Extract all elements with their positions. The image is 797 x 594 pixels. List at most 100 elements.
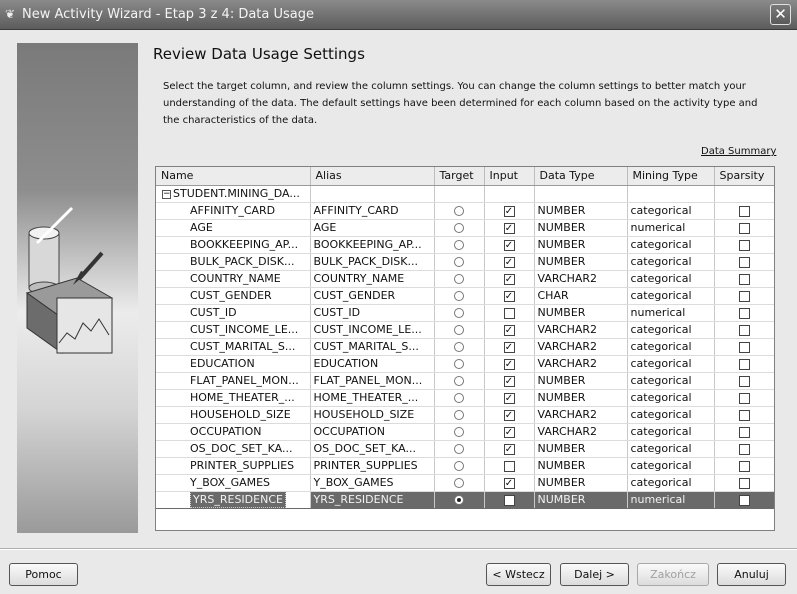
target-radio[interactable] bbox=[454, 495, 464, 505]
cell-mining-type[interactable]: categorical bbox=[627, 423, 715, 441]
target-radio[interactable] bbox=[454, 308, 464, 318]
sparsity-checkbox[interactable] bbox=[738, 460, 750, 472]
column-header-name[interactable]: Name bbox=[156, 167, 311, 186]
target-radio[interactable] bbox=[454, 376, 464, 386]
target-radio[interactable] bbox=[454, 240, 464, 250]
cell-mining-type[interactable]: categorical bbox=[627, 389, 715, 407]
table-row[interactable]: CUST_INCOME_LE... CUST_INCOME_LE... ✓ VARCH… bbox=[156, 321, 774, 339]
sparsity-checkbox[interactable] bbox=[738, 358, 750, 370]
input-checkbox[interactable]: ✓ bbox=[503, 477, 515, 489]
cell-alias[interactable]: OCCUPATION bbox=[310, 423, 435, 441]
sparsity-checkbox[interactable] bbox=[738, 307, 750, 319]
cell-alias[interactable]: FLAT_PANEL_MON... bbox=[310, 372, 435, 390]
input-checkbox[interactable]: ✓ bbox=[503, 273, 515, 285]
table-row[interactable]: CUST_MARITAL_S... CUST_MARITAL_S... ✓ VARCH… bbox=[156, 338, 774, 356]
target-radio[interactable] bbox=[454, 444, 464, 454]
sparsity-checkbox[interactable] bbox=[738, 375, 750, 387]
back-button[interactable]: < Wstecz bbox=[486, 563, 551, 586]
target-radio[interactable] bbox=[454, 427, 464, 437]
cell-mining-type[interactable]: categorical bbox=[627, 202, 715, 220]
cell-alias[interactable]: CUST_MARITAL_S... bbox=[310, 338, 435, 356]
sparsity-checkbox[interactable] bbox=[738, 205, 750, 217]
column-header-data-type[interactable]: Data Type bbox=[534, 167, 628, 186]
table-row[interactable]: YRS_RESIDENCE YRS_RESIDENCE NUMBER numerica… bbox=[156, 491, 774, 509]
target-radio[interactable] bbox=[454, 393, 464, 403]
table-row[interactable]: OS_DOC_SET_KA... OS_DOC_SET_KA... ✓ NUMBER c… bbox=[156, 440, 774, 458]
column-header-target[interactable]: Target bbox=[434, 167, 485, 186]
cell-mining-type[interactable]: numerical bbox=[627, 491, 715, 509]
input-checkbox[interactable]: ✓ bbox=[503, 205, 515, 217]
next-button[interactable]: Dalej > bbox=[560, 563, 629, 586]
sparsity-checkbox[interactable] bbox=[738, 341, 750, 353]
cell-alias[interactable]: Y_BOX_GAMES bbox=[310, 474, 435, 492]
input-checkbox[interactable] bbox=[503, 307, 515, 319]
cell-alias[interactable]: BOOKKEEPING_AP... bbox=[310, 236, 435, 254]
close-button[interactable]: ✕ bbox=[770, 4, 791, 25]
target-radio[interactable] bbox=[454, 325, 464, 335]
cell-mining-type[interactable]: categorical bbox=[627, 236, 715, 254]
table-row[interactable]: FLAT_PANEL_MON... FLAT_PANEL_MON... ✓ NUMBE… bbox=[156, 372, 774, 390]
input-checkbox[interactable]: ✓ bbox=[503, 222, 515, 234]
sparsity-checkbox[interactable] bbox=[738, 273, 750, 285]
target-radio[interactable] bbox=[454, 291, 464, 301]
target-radio[interactable] bbox=[454, 257, 464, 267]
table-row[interactable]: BOOKKEEPING_AP... BOOKKEEPING_AP... ✓ NUMBE… bbox=[156, 236, 774, 254]
sparsity-checkbox[interactable] bbox=[738, 290, 750, 302]
sparsity-checkbox[interactable] bbox=[738, 392, 750, 404]
input-checkbox[interactable]: ✓ bbox=[503, 256, 515, 268]
table-row[interactable]: Y_BOX_GAMES Y_BOX_GAMES ✓ NUMBER categorical bbox=[156, 474, 774, 492]
cell-mining-type[interactable]: categorical bbox=[627, 338, 715, 356]
table-row[interactable]: COUNTRY_NAME COUNTRY_NAME ✓ VARCHAR2 categor… bbox=[156, 270, 774, 288]
cell-alias[interactable]: HOME_THEATER_... bbox=[310, 389, 435, 407]
cell-alias[interactable]: BULK_PACK_DISK... bbox=[310, 253, 435, 271]
cell-alias[interactable]: PRINTER_SUPPLIES bbox=[310, 457, 435, 475]
cell-mining-type[interactable]: categorical bbox=[627, 253, 715, 271]
cell-mining-type[interactable]: categorical bbox=[627, 457, 715, 475]
cell-mining-type[interactable]: categorical bbox=[627, 355, 715, 373]
input-checkbox[interactable]: ✓ bbox=[503, 375, 515, 387]
sparsity-checkbox[interactable] bbox=[738, 443, 750, 455]
cell-mining-type[interactable]: numerical bbox=[627, 304, 715, 322]
column-header-mining-type[interactable]: Mining Type bbox=[627, 167, 715, 186]
sparsity-checkbox[interactable] bbox=[738, 239, 750, 251]
cell-mining-type[interactable]: categorical bbox=[627, 474, 715, 492]
input-checkbox[interactable] bbox=[503, 460, 515, 472]
input-checkbox[interactable]: ✓ bbox=[503, 358, 515, 370]
input-checkbox[interactable] bbox=[503, 494, 515, 506]
cell-alias[interactable]: CUST_ID bbox=[310, 304, 435, 322]
table-row[interactable]: HOME_THEATER_... HOME_THEATER_... ✓ NUMBER c… bbox=[156, 389, 774, 407]
cell-mining-type[interactable]: categorical bbox=[627, 321, 715, 339]
cell-mining-type[interactable]: categorical bbox=[627, 287, 715, 305]
sparsity-checkbox[interactable] bbox=[738, 222, 750, 234]
cell-alias[interactable]: OS_DOC_SET_KA... bbox=[310, 440, 435, 458]
cancel-button[interactable]: Anuluj bbox=[717, 563, 786, 586]
target-radio[interactable] bbox=[454, 359, 464, 369]
help-button[interactable]: Pomoc bbox=[9, 563, 78, 586]
target-radio[interactable] bbox=[454, 274, 464, 284]
target-radio[interactable] bbox=[454, 410, 464, 420]
sparsity-checkbox[interactable] bbox=[738, 494, 750, 506]
table-row[interactable]: HOUSEHOLD_SIZE HOUSEHOLD_SIZE ✓ VARCHAR2 cat… bbox=[156, 406, 774, 424]
cell-mining-type[interactable]: categorical bbox=[627, 270, 715, 288]
input-checkbox[interactable]: ✓ bbox=[503, 409, 515, 421]
table-row[interactable]: BULK_PACK_DISK... BULK_PACK_DISK... ✓ NUMBE… bbox=[156, 253, 774, 271]
cell-alias[interactable]: AFFINITY_CARD bbox=[310, 202, 435, 220]
input-checkbox[interactable]: ✓ bbox=[503, 239, 515, 251]
target-radio[interactable] bbox=[454, 342, 464, 352]
target-radio[interactable] bbox=[454, 206, 464, 216]
cell-alias[interactable]: YRS_RESIDENCE bbox=[310, 491, 435, 509]
input-checkbox[interactable]: ✓ bbox=[503, 290, 515, 302]
table-row[interactable]: CUST_ID CUST_ID NUMBER numerical bbox=[156, 304, 774, 322]
target-radio[interactable] bbox=[454, 461, 464, 471]
table-row[interactable]: OCCUPATION OCCUPATION ✓ VARCHAR2 categorical bbox=[156, 423, 774, 441]
input-checkbox[interactable]: ✓ bbox=[503, 426, 515, 438]
cell-alias[interactable]: HOUSEHOLD_SIZE bbox=[310, 406, 435, 424]
input-checkbox[interactable]: ✓ bbox=[503, 443, 515, 455]
table-row[interactable]: CUST_GENDER CUST_GENDER ✓ CHAR categorical bbox=[156, 287, 774, 305]
table-row[interactable]: AFFINITY_CARD AFFINITY_CARD ✓ NUMBER categor… bbox=[156, 202, 774, 220]
collapse-icon[interactable]: − bbox=[162, 189, 171, 199]
sparsity-checkbox[interactable] bbox=[738, 409, 750, 421]
table-row[interactable]: PRINTER_SUPPLIES PRINTER_SUPPLIES NUMBER ca… bbox=[156, 457, 774, 475]
table-row[interactable]: AGE AGE ✓ NUMBER numerical bbox=[156, 219, 774, 237]
cell-alias[interactable]: CUST_INCOME_LE... bbox=[310, 321, 435, 339]
